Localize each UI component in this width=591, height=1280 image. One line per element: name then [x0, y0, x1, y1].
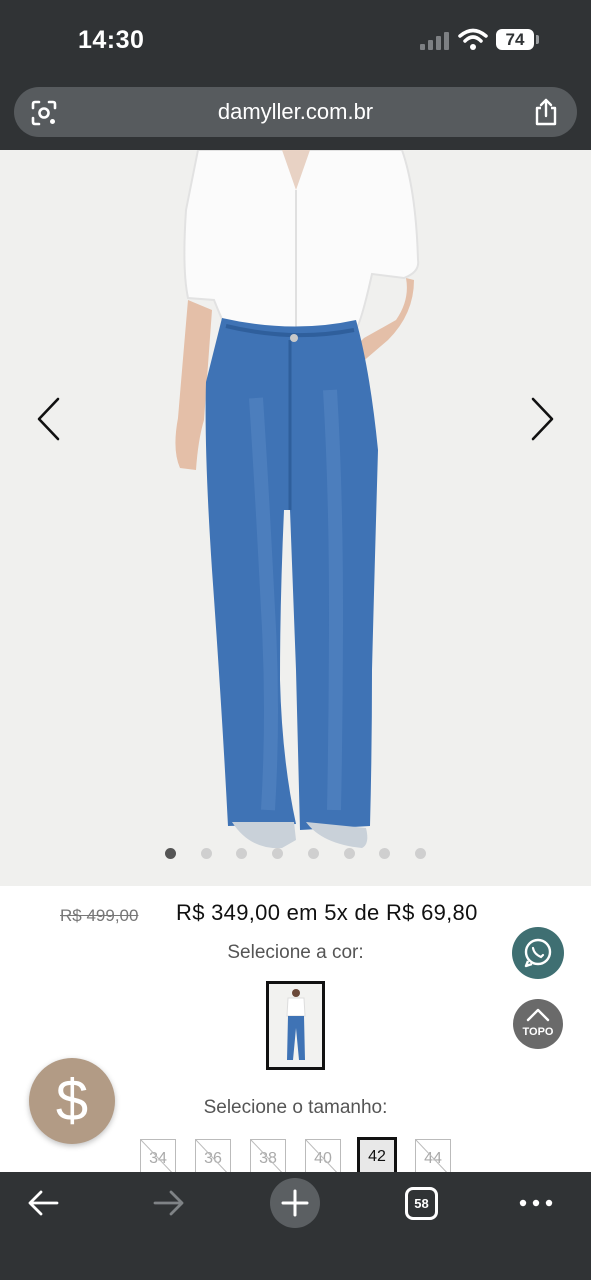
current-price-installments: R$ 349,00 em 5x de R$ 69,80	[176, 900, 478, 925]
color-swatch-thumbnail	[269, 984, 322, 1067]
wifi-icon	[458, 28, 488, 50]
carousel-dot[interactable]	[379, 848, 391, 859]
battery-level: 74	[496, 29, 534, 50]
url-text[interactable]: damyller.com.br	[14, 87, 577, 137]
arrow-left-icon[interactable]	[26, 1188, 60, 1218]
tab-switcher-button[interactable]: 58	[405, 1187, 438, 1220]
chevron-up-icon	[526, 1008, 550, 1022]
chevron-left-icon[interactable]	[34, 396, 64, 442]
size-option-label: 42	[368, 1148, 386, 1165]
arrow-right-icon[interactable]	[152, 1188, 186, 1218]
carousel-dot[interactable]	[272, 848, 284, 859]
dollar-button[interactable]: $	[29, 1058, 115, 1144]
carousel-pagination	[0, 846, 591, 862]
carousel-dot[interactable]	[307, 848, 319, 859]
battery-tip	[536, 35, 539, 44]
carousel-dot[interactable]	[200, 848, 212, 859]
more-dots-icon[interactable]	[518, 1196, 554, 1210]
size-selector: 343638404244	[0, 1137, 591, 1177]
product-image-carousel[interactable]	[0, 150, 591, 886]
status-bar: 14:30 74	[0, 0, 591, 80]
status-time: 14:30	[78, 26, 145, 54]
select-color-label: Selecione a cor:	[227, 942, 364, 963]
carousel-dot[interactable]	[165, 848, 176, 859]
whatsapp-icon	[524, 938, 552, 968]
whatsapp-button[interactable]	[512, 927, 564, 979]
browser-address-area: damyller.com.br	[0, 80, 591, 150]
color-swatch[interactable]	[266, 981, 325, 1070]
browser-toolbar: 58	[0, 1172, 591, 1280]
carousel-dot[interactable]	[343, 848, 355, 859]
plus-icon	[281, 1189, 309, 1217]
google-lens-icon[interactable]	[30, 99, 58, 127]
share-icon[interactable]	[532, 97, 560, 127]
back-to-top-button[interactable]: TOPO	[513, 999, 563, 1049]
address-bar[interactable]: damyller.com.br	[14, 87, 577, 137]
price-row: R$ 499,00 R$ 349,00 em 5x de R$ 69,80	[0, 898, 591, 932]
size-option-42[interactable]: 42	[357, 1137, 397, 1177]
back-to-top-label: TOPO	[522, 1026, 554, 1038]
product-photo	[175, 150, 420, 849]
cellular-signal-icon	[420, 30, 450, 50]
carousel-dot[interactable]	[236, 848, 248, 859]
chevron-right-icon[interactable]	[527, 396, 557, 442]
old-price: R$ 499,00	[60, 906, 139, 925]
carousel-dot[interactable]	[414, 848, 426, 859]
new-tab-button[interactable]	[270, 1178, 320, 1228]
